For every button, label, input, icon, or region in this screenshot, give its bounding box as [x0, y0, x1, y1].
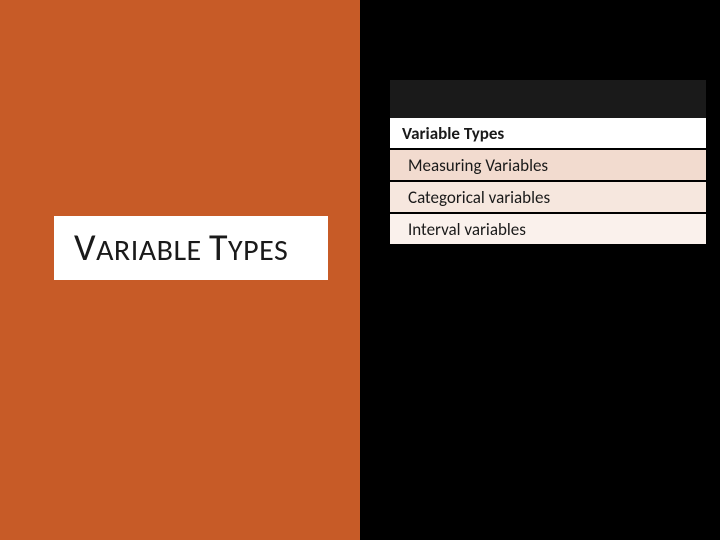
list-item: Interval variables	[390, 214, 706, 244]
left-panel: VARIABLE TYPES	[0, 0, 360, 540]
table-heading: Variable Types	[390, 118, 706, 148]
list-item: Measuring Variables	[390, 150, 706, 180]
slide-title-card: VARIABLE TYPES	[54, 216, 328, 280]
table-header-bar	[390, 80, 706, 118]
list-item: Categorical variables	[390, 182, 706, 212]
right-panel: Variable Types Measuring Variables Categ…	[360, 0, 720, 540]
slide-title: VARIABLE TYPES	[74, 225, 288, 271]
content-table: Variable Types Measuring Variables Categ…	[390, 80, 706, 244]
